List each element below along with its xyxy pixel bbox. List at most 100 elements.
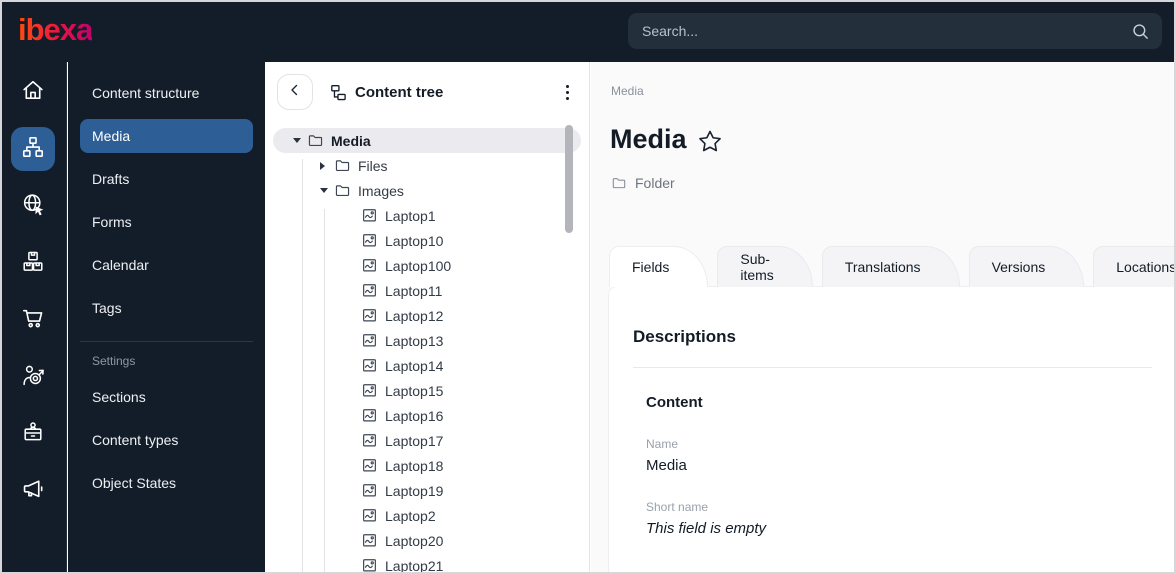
tab-sub-items[interactable]: Sub-items [717,246,813,287]
field-value: This field is empty [646,520,767,537]
image-icon [361,532,378,549]
tree-item-label: Laptop10 [385,232,444,249]
caret-down-icon[interactable] [320,184,334,198]
tree-item-label: Laptop11 [385,282,443,299]
sidebar-item-forms[interactable]: Forms [80,205,253,239]
tree-item-label: Laptop100 [385,257,452,274]
folder-icon [334,182,351,199]
caret-right-icon[interactable] [320,159,334,173]
tree-item-label: Media [331,132,371,149]
cart-icon [20,305,46,336]
tree-item-laptop1[interactable]: Laptop1 [273,203,581,228]
tree-item-laptop100[interactable]: Laptop100 [273,253,581,278]
sidebar-item-sections[interactable]: Sections [80,380,253,414]
id-badge-icon [20,419,46,450]
tab-label: Sub-items [740,251,774,283]
global-search [628,13,1162,49]
topbar: ibexa [0,0,1176,62]
rail-item-target-user[interactable] [11,355,55,399]
tree-item-laptop10[interactable]: Laptop10 [273,228,581,253]
rail-item-boxes[interactable] [11,241,55,285]
field-group-title: Content [646,394,703,411]
sidebar-item-content-types[interactable]: Content types [80,423,253,457]
caret-icon [347,209,361,223]
search-input[interactable] [628,23,1131,39]
caret-icon [347,434,361,448]
caret-icon [347,234,361,248]
tree-item-laptop14[interactable]: Laptop14 [273,353,581,378]
tab-translations[interactable]: Translations [821,246,960,287]
tree-item-images[interactable]: Images [273,178,581,203]
fields-panel: Descriptions Content Name Media Short na… [609,287,1176,574]
megaphone-icon [20,476,46,507]
collapse-tree-button[interactable] [277,74,313,110]
caret-icon [347,409,361,423]
tree-item-laptop13[interactable]: Laptop13 [273,328,581,353]
tree-item-laptop15[interactable]: Laptop15 [273,378,581,403]
tree-icon [328,83,347,102]
search-icon[interactable] [1131,22,1150,41]
image-icon [361,307,378,324]
sidebar-item-label: Drafts [92,171,130,187]
tree-options-kebab-icon[interactable] [564,80,572,105]
home-icon [20,77,46,108]
caret-down-icon[interactable] [293,134,307,148]
tree-item-laptop18[interactable]: Laptop18 [273,453,581,478]
tab-label: Locations [1116,259,1176,275]
sidebar-item-content-structure[interactable]: Content structure [80,76,253,110]
breadcrumb[interactable]: Media [611,84,644,98]
tree-item-files[interactable]: Files [273,153,581,178]
sidebar-section-label: Settings [92,354,136,368]
field-short-name: Short name This field is empty [646,500,1152,537]
image-icon [361,457,378,474]
rail-item-cart[interactable] [11,298,55,342]
caret-icon [347,384,361,398]
sidebar-divider [80,341,253,342]
sidebar-item-label: Calendar [92,257,149,273]
sidebar-item-tags[interactable]: Tags [80,291,253,325]
content-tree-title: Content tree [328,62,443,122]
image-icon [361,282,378,299]
tab-locations[interactable]: Locations [1093,246,1176,287]
field-label: Name [646,437,679,451]
rail-item-id-badge[interactable] [11,412,55,456]
tree-item-laptop20[interactable]: Laptop20 [273,528,581,553]
tree-item-laptop12[interactable]: Laptop12 [273,303,581,328]
tree-item-laptop17[interactable]: Laptop17 [273,428,581,453]
tab-label: Fields [632,259,670,275]
tree-scrollbar-thumb[interactable] [565,125,573,233]
image-icon [361,557,378,574]
rail-item-sitemap[interactable] [11,127,55,171]
sidebar-item-calendar[interactable]: Calendar [80,248,253,282]
globe-icon [20,191,46,222]
image-icon [361,382,378,399]
tree-item-laptop21[interactable]: Laptop21 [273,553,581,574]
sidebar-item-drafts[interactable]: Drafts [80,162,253,196]
tree-item-laptop11[interactable]: Laptop11 [273,278,581,303]
section-title: Descriptions [633,327,736,346]
bookmark-star-icon[interactable] [697,128,723,154]
rail-item-megaphone[interactable] [11,469,55,513]
tree-item-media[interactable]: Media [273,128,581,153]
tree-item-label: Laptop19 [385,482,444,499]
field-list: Name Media Short name This field is empt… [646,437,1152,537]
tree-item-laptop19[interactable]: Laptop19 [273,478,581,503]
sidebar-item-object-states[interactable]: Object States [80,466,253,500]
caret-icon [347,484,361,498]
ibexa-logo[interactable]: ibexa [18,12,93,48]
caret-icon [347,359,361,373]
caret-icon [347,534,361,548]
tree-item-laptop2[interactable]: Laptop2 [273,503,581,528]
caret-icon [347,309,361,323]
section-divider [633,367,1152,368]
rail-item-globe[interactable] [11,184,55,228]
tree-item-label: Laptop17 [385,432,444,449]
icon-rail [0,62,67,574]
tree-item-label: Laptop15 [385,382,444,399]
tab-fields[interactable]: Fields [609,246,709,287]
sidebar-item-media[interactable]: Media [80,119,253,153]
tab-versions[interactable]: Versions [968,246,1085,287]
caret-icon [347,334,361,348]
rail-item-home[interactable] [11,70,55,114]
tree-item-laptop16[interactable]: Laptop16 [273,403,581,428]
